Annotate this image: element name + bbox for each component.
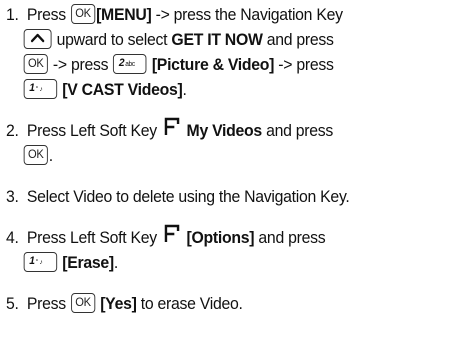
- step-text: -> press the Navigation Key: [155, 5, 343, 24]
- key-1-icon: 1° ♪: [23, 251, 58, 272]
- ok-key-icon: OK: [23, 144, 48, 165]
- step-text: Press: [26, 294, 66, 313]
- step-text: Select Video to delete using the Navigat…: [26, 187, 350, 206]
- step-number: 2.: [6, 121, 19, 140]
- step-text: -> press: [278, 55, 334, 74]
- step-text: Press Left Soft Key: [26, 121, 157, 140]
- step-2: 2. Press Left Soft Key My Videos and pre…: [6, 117, 434, 168]
- picture-video-label: [Picture & Video]: [151, 55, 275, 74]
- ok-key-icon: OK: [23, 53, 48, 74]
- instructions: 1. Press OK [MENU] -> press the Navigatio…: [6, 2, 434, 332]
- vcast-videos-label: [V CAST Videos]: [62, 80, 183, 99]
- step-number: 4.: [6, 228, 19, 247]
- step-number: 5.: [6, 294, 19, 313]
- step-text: Press: [26, 5, 66, 24]
- step-5: 5. Press OK [Yes] to erase Video.: [6, 291, 434, 316]
- step-text: and press: [266, 121, 334, 140]
- step-text: and press: [258, 228, 326, 247]
- step-text: upward to select: [56, 30, 168, 49]
- yes-label: [Yes]: [100, 294, 137, 313]
- ok-key-icon: OK: [70, 3, 96, 24]
- key-1-icon: 1° ♪: [23, 78, 58, 99]
- menu-label: [MENU]: [96, 5, 152, 24]
- ok-key-icon: OK: [70, 292, 96, 313]
- step-text: and press: [266, 30, 334, 49]
- left-soft-key-icon: [164, 224, 180, 250]
- navigation-up-key-icon: [23, 28, 52, 49]
- step-text: Press Left Soft Key: [26, 228, 157, 247]
- left-soft-key-icon: [164, 117, 180, 143]
- step-text: to erase Video.: [140, 294, 243, 313]
- step-3: 3. Select Video to delete using the Navi…: [6, 184, 434, 209]
- options-label: [Options]: [186, 228, 255, 247]
- step-text: -> press: [52, 55, 109, 74]
- step-1: 1. Press OK [MENU] -> press the Navigatio…: [6, 2, 434, 102]
- step-number: 1.: [6, 5, 19, 24]
- key-2-icon: 2abc: [113, 53, 147, 74]
- step-4: 4. Press Left Soft Key [Options] and pre…: [6, 224, 434, 275]
- my-videos-label: My Videos: [186, 121, 263, 140]
- get-it-now-label: GET IT NOW: [171, 30, 263, 49]
- erase-label: [Erase]: [62, 253, 114, 272]
- step-number: 3.: [6, 187, 19, 206]
